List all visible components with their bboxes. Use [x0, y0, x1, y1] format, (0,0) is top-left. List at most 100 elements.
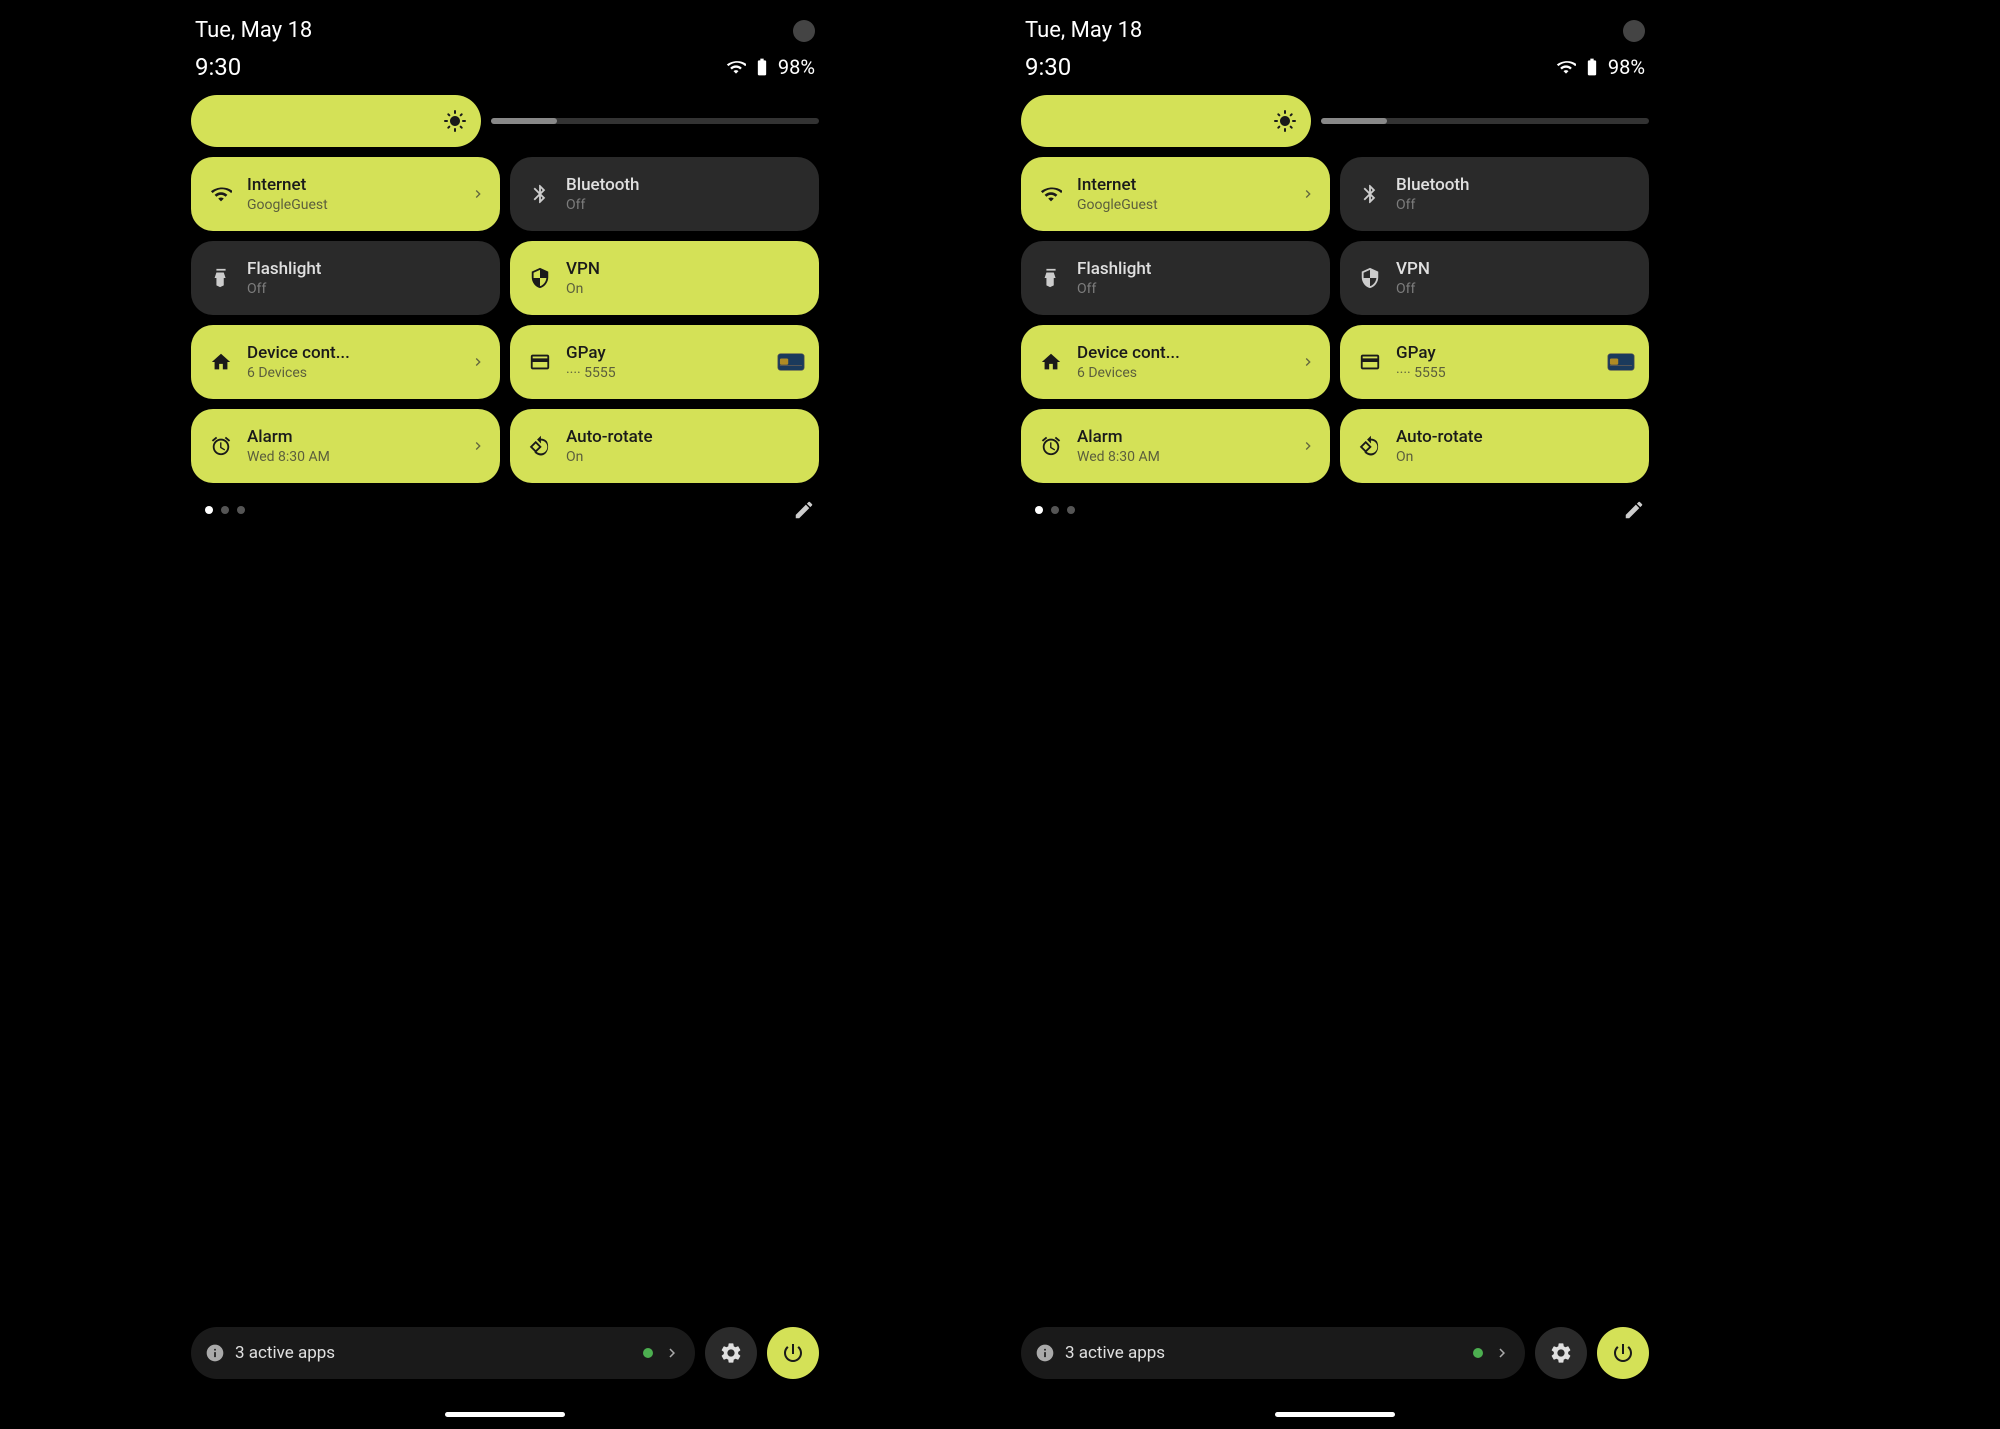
tile-subtitle-vpn: On: [566, 281, 600, 297]
tile-subtitle-flashlight: Off: [247, 281, 321, 297]
active-indicator-dot: [643, 1348, 653, 1358]
settings-button[interactable]: [1535, 1327, 1587, 1379]
page-controls: [175, 483, 835, 535]
tile-bluetooth[interactable]: Bluetooth Off: [1340, 157, 1649, 231]
tile-text-flashlight: FlashlightOff: [1077, 259, 1151, 297]
wifi-status-icon: [726, 57, 746, 77]
flashlight-icon: [1037, 267, 1065, 289]
power-button[interactable]: [1597, 1327, 1649, 1379]
brightness-row[interactable]: [1005, 95, 1665, 157]
brightness-pill[interactable]: [1021, 95, 1311, 147]
status-bar-bottom: 9:30 98%: [175, 53, 835, 95]
tile-title-device-cont: Device cont...: [247, 343, 350, 363]
tile-title-alarm: Alarm: [1077, 427, 1160, 447]
active-apps-pill[interactable]: 3 active apps: [191, 1327, 695, 1379]
tile-card-icon-gpay: [777, 353, 805, 371]
brightness-row[interactable]: [175, 95, 835, 157]
tile-arrow-device-cont: [470, 354, 486, 370]
tile-flashlight[interactable]: FlashlightOff: [1021, 241, 1330, 315]
tile-title-bluetooth: Bluetooth: [566, 175, 640, 195]
tile-text-device-cont: Device cont...6 Devices: [1077, 343, 1180, 381]
home-indicator: [1275, 1412, 1395, 1417]
dot-3: [237, 506, 245, 514]
tile-subtitle-flashlight: Off: [1077, 281, 1151, 297]
tile-subtitle-auto-rotate: On: [1396, 449, 1483, 465]
rotate-icon: [1356, 435, 1384, 457]
tile-auto-rotate[interactable]: Auto-rotateOn: [510, 409, 819, 483]
bottom-bar: 3 active apps: [191, 1327, 819, 1379]
tile-text-vpn: VPN Off: [1396, 259, 1430, 297]
status-bar-top: Tue, May 18: [175, 0, 835, 53]
tile-bluetooth[interactable]: BluetoothOff: [510, 157, 819, 231]
brightness-icon: [1273, 109, 1297, 133]
tile-alarm[interactable]: Alarm Wed 8:30 AM: [1021, 409, 1330, 483]
tile-text-auto-rotate: Auto-rotateOn: [566, 427, 653, 465]
tile-gpay[interactable]: GPay···· 5555: [1340, 325, 1649, 399]
tile-arrow-internet: [1300, 186, 1316, 202]
power-button[interactable]: [767, 1327, 819, 1379]
tile-subtitle-internet: GoogleGuest: [247, 197, 328, 213]
status-date: Tue, May 18: [1025, 18, 1142, 43]
brightness-pill[interactable]: [191, 95, 481, 147]
alarm-icon: [1037, 435, 1065, 457]
tile-subtitle-vpn: Off: [1396, 281, 1430, 297]
status-time: 9:30: [1025, 53, 1071, 81]
active-indicator-dot: [1473, 1348, 1483, 1358]
tile-auto-rotate[interactable]: Auto-rotate On: [1340, 409, 1649, 483]
tile-subtitle-bluetooth: Off: [1396, 197, 1470, 213]
tile-title-alarm: Alarm: [247, 427, 330, 447]
tile-text-alarm: Alarm Wed 8:30 AM: [1077, 427, 1160, 465]
tile-text-internet: InternetGoogleGuest: [247, 175, 328, 213]
vpn-icon: [526, 267, 554, 289]
tile-internet[interactable]: InternetGoogleGuest: [1021, 157, 1330, 231]
brightness-track[interactable]: [491, 118, 819, 124]
phone-panel-1: Tue, May 18 9:30 98% InternetGoogleGuest B…: [175, 0, 835, 1429]
tile-title-bluetooth: Bluetooth: [1396, 175, 1470, 195]
camera-dot: [793, 20, 815, 42]
edit-icon[interactable]: [1623, 499, 1645, 521]
dot-2: [1051, 506, 1059, 514]
phone-panel-2: Tue, May 18 9:30 98% InternetGoogleGuest B…: [1005, 0, 1665, 1429]
tile-alarm[interactable]: AlarmWed 8:30 AM: [191, 409, 500, 483]
tile-title-flashlight: Flashlight: [247, 259, 321, 279]
battery-icon: [752, 57, 772, 77]
wifi-icon: [207, 183, 235, 205]
tile-internet[interactable]: InternetGoogleGuest: [191, 157, 500, 231]
tile-device-cont[interactable]: Device cont...6 Devices: [1021, 325, 1330, 399]
battery-percentage: 98%: [1608, 55, 1645, 79]
vpn-icon: [1356, 267, 1384, 289]
battery-icon: [1582, 57, 1602, 77]
tile-subtitle-device-cont: 6 Devices: [247, 365, 350, 381]
tiles-grid: InternetGoogleGuestBluetoothOffFlashligh…: [175, 157, 835, 483]
tile-subtitle-gpay: ···· 5555: [1396, 365, 1446, 381]
settings-button[interactable]: [705, 1327, 757, 1379]
tile-title-vpn: VPN: [1396, 259, 1430, 279]
screen-container: Tue, May 189:30 98% InternetGoogleGuestB…: [0, 0, 2000, 1429]
edit-icon[interactable]: [793, 499, 815, 521]
tile-subtitle-device-cont: 6 Devices: [1077, 365, 1180, 381]
tile-subtitle-alarm: Wed 8:30 AM: [1077, 449, 1160, 465]
flashlight-icon: [207, 267, 235, 289]
tile-flashlight[interactable]: Flashlight Off: [191, 241, 500, 315]
tile-title-auto-rotate: Auto-rotate: [1396, 427, 1483, 447]
tile-vpn[interactable]: VPN Off: [1340, 241, 1649, 315]
home-icon: [207, 351, 235, 373]
dot-1: [205, 506, 213, 514]
tile-title-internet: Internet: [1077, 175, 1158, 195]
tile-arrow-alarm: [1300, 438, 1316, 454]
tile-text-gpay: GPay···· 5555: [566, 343, 616, 381]
tile-vpn[interactable]: VPNOn: [510, 241, 819, 315]
tile-gpay[interactable]: GPay···· 5555: [510, 325, 819, 399]
tile-device-cont[interactable]: Device cont... 6 Devices: [191, 325, 500, 399]
brightness-track[interactable]: [1321, 118, 1649, 124]
tile-text-bluetooth: BluetoothOff: [566, 175, 640, 213]
tile-arrow-device-cont: [1300, 354, 1316, 370]
tile-text-auto-rotate: Auto-rotate On: [1396, 427, 1483, 465]
active-apps-pill[interactable]: 3 active apps: [1021, 1327, 1525, 1379]
status-bar-bottom: 9:30 98%: [1005, 53, 1665, 95]
status-bar-top: Tue, May 18: [1005, 0, 1665, 53]
tile-text-flashlight: Flashlight Off: [247, 259, 321, 297]
status-date: Tue, May 18: [195, 18, 312, 43]
tile-text-bluetooth: Bluetooth Off: [1396, 175, 1470, 213]
tile-arrow-alarm: [470, 438, 486, 454]
